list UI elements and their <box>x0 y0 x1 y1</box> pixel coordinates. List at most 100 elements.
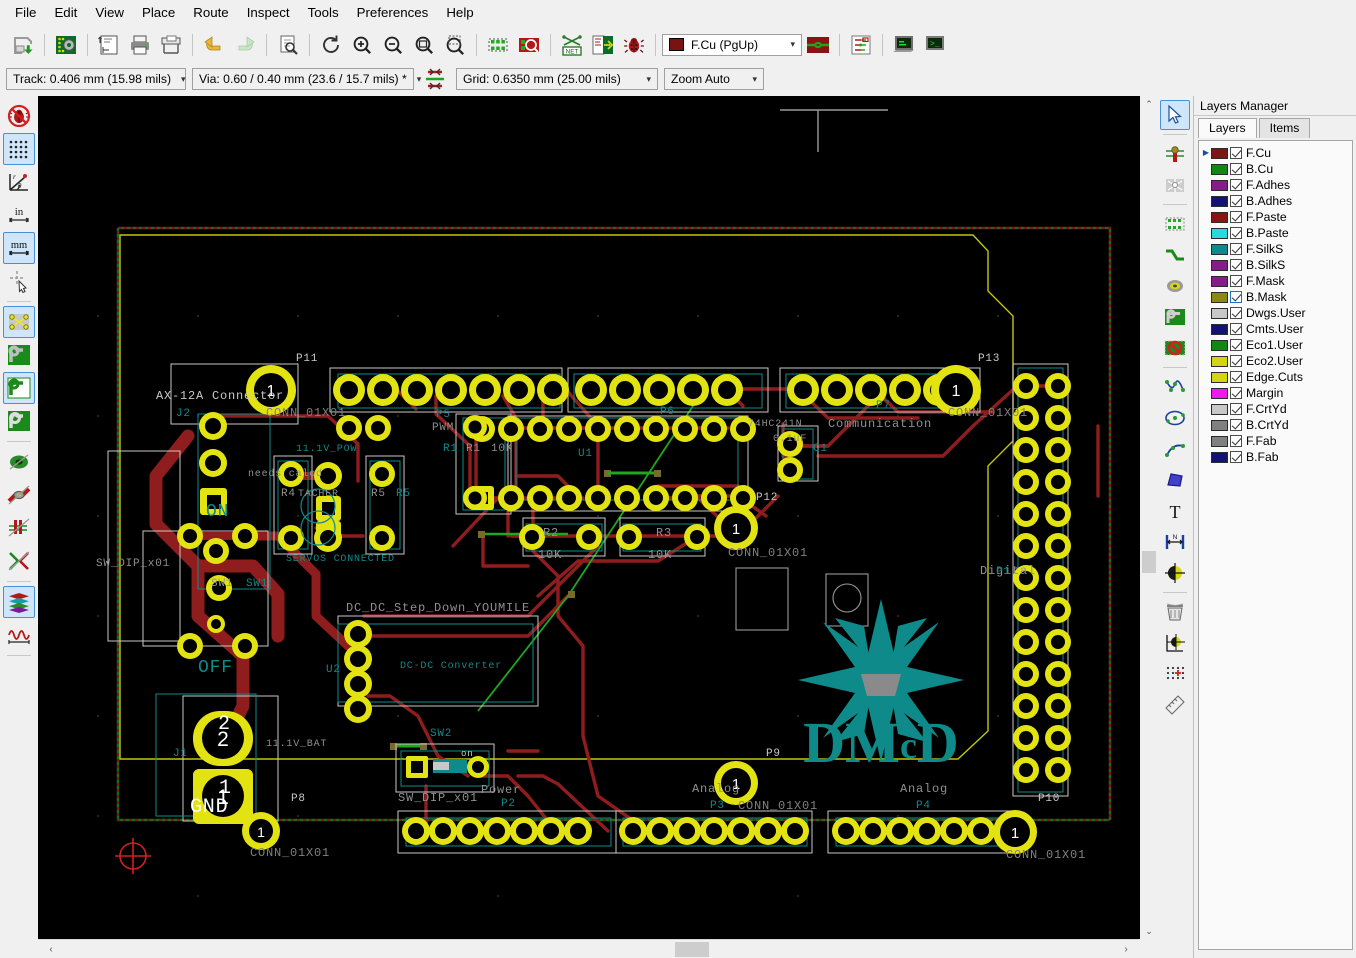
menu-inspect[interactable]: Inspect <box>238 2 299 23</box>
scroll-up-arrow-icon[interactable]: ⌃ <box>1140 96 1158 112</box>
layer-row[interactable]: Cmts.User <box>1199 321 1352 337</box>
drc-icon[interactable] <box>619 30 649 60</box>
layer-color-swatch[interactable] <box>1211 179 1228 191</box>
scroll-right-arrow-icon[interactable]: › <box>1117 940 1135 958</box>
units-mm-icon[interactable]: mm <box>3 232 35 264</box>
highlight-net-tool-icon[interactable] <box>1160 139 1190 169</box>
layer-color-swatch[interactable] <box>1211 227 1228 239</box>
set-origin-icon[interactable] <box>1160 628 1190 658</box>
layer-row[interactable]: Dwgs.User <box>1199 305 1352 321</box>
add-arc-icon[interactable] <box>1160 434 1190 464</box>
canvas-horizontal-scrollbar[interactable]: ‹ › <box>38 939 1139 958</box>
layer-color-swatch[interactable] <box>1211 371 1228 383</box>
zoom-out-icon[interactable] <box>378 30 408 60</box>
zoom-fit-icon[interactable] <box>409 30 439 60</box>
via-sketch-mode-icon[interactable] <box>3 446 35 478</box>
text-sketch-icon[interactable] <box>3 545 35 577</box>
units-inches-icon[interactable]: in <box>3 199 35 231</box>
curved-ratsnest-icon[interactable] <box>3 619 35 651</box>
layer-row[interactable]: B.Cu <box>1199 161 1352 177</box>
layer-row[interactable]: Eco1.User <box>1199 337 1352 353</box>
add-target-icon[interactable] <box>1160 558 1190 588</box>
layer-color-swatch[interactable] <box>1211 147 1228 159</box>
add-circle-icon[interactable] <box>1160 403 1190 433</box>
add-footprint-icon[interactable] <box>1160 209 1190 239</box>
layer-color-swatch[interactable] <box>1211 387 1228 399</box>
layer-color-swatch[interactable] <box>1211 355 1228 367</box>
layer-visibility-checkbox[interactable] <box>1230 179 1242 191</box>
layer-visibility-checkbox[interactable] <box>1230 419 1242 431</box>
route-track-icon[interactable] <box>1160 240 1190 270</box>
layer-visibility-checkbox[interactable] <box>1230 387 1242 399</box>
layer-color-swatch[interactable] <box>1211 163 1228 175</box>
track-width-select[interactable]: Track: 0.406 mm (15.98 mils) ▾ <box>6 68 186 90</box>
scroll-left-arrow-icon[interactable]: ‹ <box>42 940 60 958</box>
layer-row[interactable]: Eco2.User <box>1199 353 1352 369</box>
save-board-icon[interactable] <box>8 30 38 60</box>
layer-color-swatch[interactable] <box>1211 259 1228 271</box>
add-polygon-icon[interactable] <box>1160 372 1190 402</box>
select-cursor-icon[interactable] <box>1160 100 1190 130</box>
layer-visibility-checkbox[interactable] <box>1230 451 1242 463</box>
measure-tool-icon[interactable] <box>1160 690 1190 720</box>
menu-file[interactable]: File <box>6 2 45 23</box>
layer-row[interactable]: B.Fab <box>1199 449 1352 465</box>
layer-color-swatch[interactable] <box>1211 211 1228 223</box>
layer-row[interactable]: Edge.Cuts <box>1199 369 1352 385</box>
layer-visibility-checkbox[interactable] <box>1230 195 1242 207</box>
menu-preferences[interactable]: Preferences <box>348 2 438 23</box>
layers-list[interactable]: ▶ F.Cu B.Cu F.Adhes B.Adhes F.Paste B.Paste F.S… <box>1198 140 1353 950</box>
sketch-zones-icon[interactable] <box>3 405 35 437</box>
layer-row[interactable]: F.Paste <box>1199 209 1352 225</box>
layer-visibility-checkbox[interactable] <box>1230 211 1242 223</box>
print-icon[interactable] <box>125 30 155 60</box>
scripting-console-icon[interactable]: >_ <box>920 30 950 60</box>
zoom-select[interactable]: Zoom Auto ▾ <box>664 68 764 90</box>
layer-visibility-checkbox[interactable] <box>1230 275 1242 287</box>
layer-visibility-checkbox[interactable] <box>1230 243 1242 255</box>
layer-row[interactable]: F.CrtYd <box>1199 401 1352 417</box>
scroll-down-arrow-icon[interactable]: ⌄ <box>1140 923 1158 939</box>
3d-viewer-icon[interactable] <box>889 30 919 60</box>
add-graphic-polygon-icon[interactable] <box>1160 465 1190 495</box>
layer-row[interactable]: F.Adhes <box>1199 177 1352 193</box>
menu-view[interactable]: View <box>86 2 133 23</box>
layer-row[interactable]: B.SilkS <box>1199 257 1352 273</box>
layer-visibility-checkbox[interactable] <box>1230 259 1242 271</box>
footprint-sketch-icon[interactable] <box>3 512 35 544</box>
add-filled-zone-icon[interactable] <box>1160 302 1190 332</box>
show-grid-icon[interactable] <box>3 133 35 165</box>
layer-visibility-checkbox[interactable] <box>1230 339 1242 351</box>
page-settings-icon[interactable] <box>94 30 124 60</box>
fill-zones-icon[interactable] <box>3 339 35 371</box>
layer-color-swatch[interactable] <box>1211 243 1228 255</box>
layer-visibility-checkbox[interactable] <box>1230 291 1242 303</box>
layer-color-swatch[interactable] <box>1211 339 1228 351</box>
board-setup-icon[interactable] <box>51 30 81 60</box>
menu-edit[interactable]: Edit <box>45 2 86 23</box>
layer-visibility-checkbox[interactable] <box>1230 227 1242 239</box>
layer-row[interactable]: ▶ F.Cu <box>1199 145 1352 161</box>
menu-help[interactable]: Help <box>437 2 482 23</box>
local-ratsnest-icon[interactable] <box>1160 170 1190 200</box>
menu-place[interactable]: Place <box>133 2 184 23</box>
netlist-icon[interactable]: NET <box>557 30 587 60</box>
zoom-area-icon[interactable] <box>440 30 470 60</box>
tab-layers[interactable]: Layers <box>1198 118 1257 138</box>
layer-color-swatch[interactable] <box>1211 451 1228 463</box>
layer-color-swatch[interactable] <box>1211 419 1228 431</box>
layer-row[interactable]: F.Mask <box>1199 273 1352 289</box>
full-crosshair-icon[interactable] <box>3 265 35 297</box>
layer-color-swatch[interactable] <box>1211 275 1228 287</box>
layer-visibility-checkbox[interactable] <box>1230 147 1242 159</box>
show-ratsnest-icon[interactable] <box>3 306 35 338</box>
contrast-mode-icon[interactable] <box>3 586 35 618</box>
via-size-select[interactable]: Via: 0.60 / 0.40 mm (23.6 / 15.7 mils) *… <box>192 68 421 90</box>
layer-row[interactable]: F.Fab <box>1199 433 1352 449</box>
layer-color-swatch[interactable] <box>1211 435 1228 447</box>
undo-icon[interactable] <box>199 30 229 60</box>
add-keepout-zone-icon[interactable] <box>1160 333 1190 363</box>
pcb-canvas[interactable]: 1 1 1 1 1 1 2 1 DMcD AX-12A Connector J2… <box>38 96 1139 939</box>
layer-row[interactable]: B.Mask <box>1199 289 1352 305</box>
vertical-scroll-thumb[interactable] <box>1142 551 1156 573</box>
